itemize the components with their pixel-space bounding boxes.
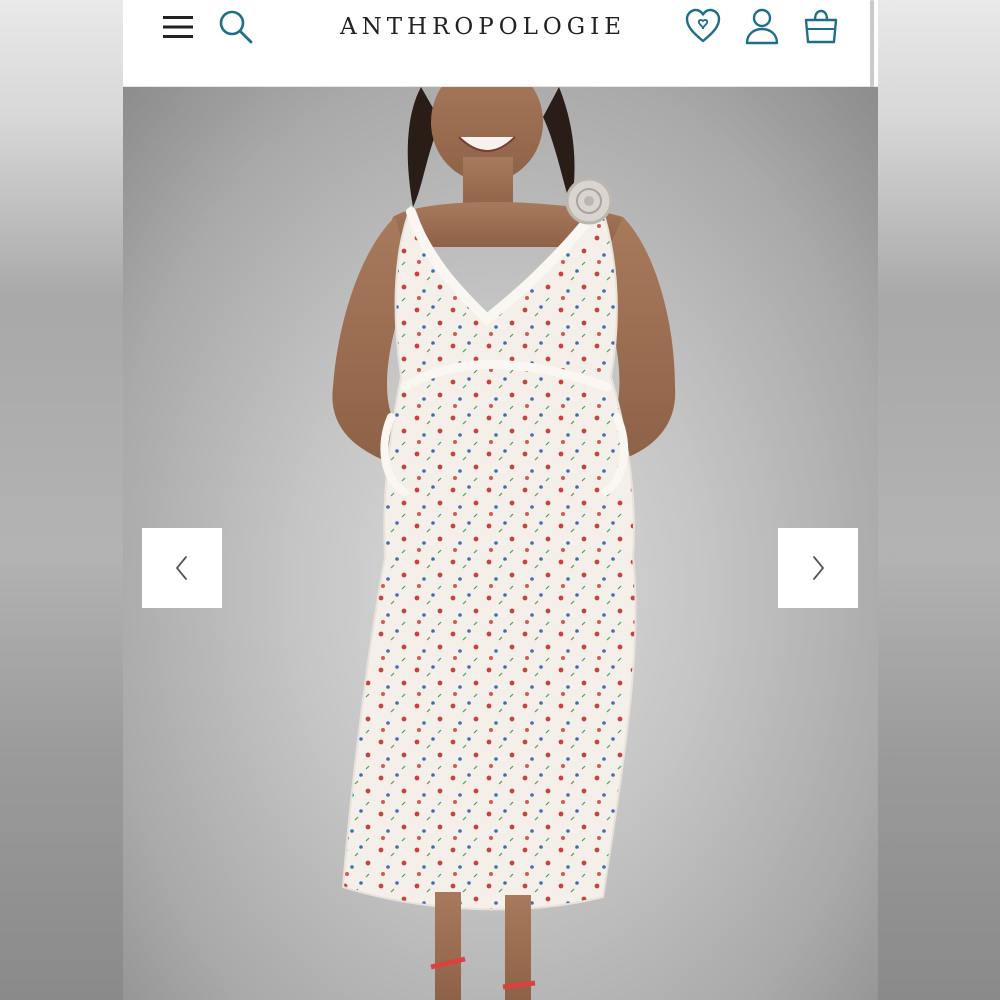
brand-logo[interactable]: ANTHROPOLOGIE	[328, 10, 638, 44]
screenshot-frame: ANTHROPOLOGIE	[0, 0, 1000, 1000]
heart-icon[interactable]	[683, 6, 723, 46]
blurred-background-right	[878, 0, 1000, 1000]
hamburger-menu-icon[interactable]	[158, 7, 198, 47]
chevron-left-icon	[176, 556, 187, 580]
chevron-right-icon	[813, 556, 824, 580]
carousel-prev-button[interactable]	[142, 528, 222, 608]
blurred-background-left	[0, 0, 123, 1000]
carousel-next-button[interactable]	[778, 528, 858, 608]
product-photo	[332, 87, 676, 1000]
product-image-carousel[interactable]	[123, 87, 878, 1000]
shopping-bag-icon[interactable]	[801, 6, 841, 46]
search-icon[interactable]	[216, 7, 256, 47]
site-header: ANTHROPOLOGIE	[123, 0, 878, 296]
user-icon[interactable]	[742, 6, 782, 46]
mobile-page: ANTHROPOLOGIE	[123, 0, 878, 1000]
